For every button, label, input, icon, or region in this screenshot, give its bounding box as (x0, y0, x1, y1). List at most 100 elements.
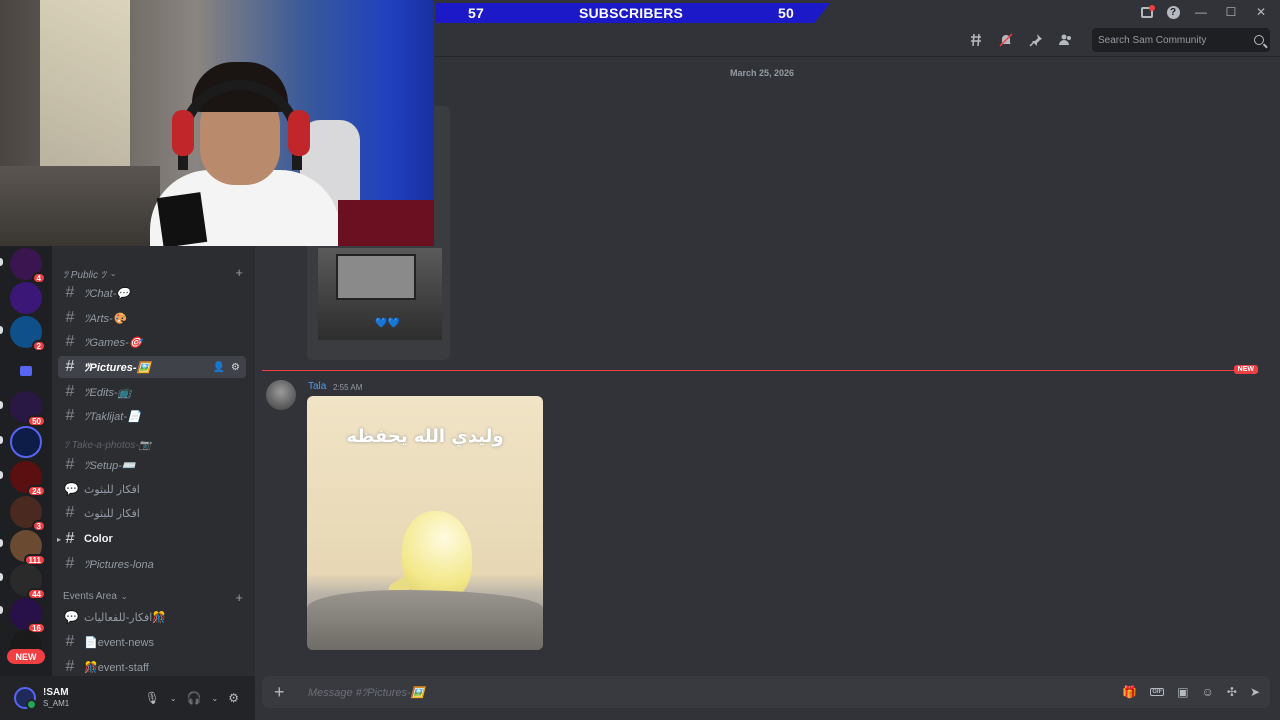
new-messages-divider (262, 370, 1256, 371)
server-icon[interactable]: 44 (10, 564, 46, 600)
drag-ghost-channel: ﾂ Take-a-photos-📷 (64, 440, 152, 451)
message-composer[interactable]: + Message #ﾂPictures-🖼️ 🎁 GIF ▣ ☺ ✣ ➤ (262, 676, 1270, 708)
add-channel-icon[interactable]: + (235, 590, 243, 605)
message-author[interactable]: Tala (308, 381, 326, 392)
mute-icon[interactable] (996, 30, 1016, 50)
text-channel-icon: # (65, 555, 75, 572)
server-icon[interactable]: 4 (10, 248, 46, 284)
category-label: ﾂ Public ﾂ (63, 270, 106, 281)
channel-item[interactable]: # ﾂSetup-⌨️ (58, 454, 246, 476)
message-input[interactable]: Message #ﾂPictures-🖼️ (308, 684, 424, 700)
channel-name: 📄event-news (84, 636, 154, 649)
chevron-down-icon[interactable]: ⌄ (170, 694, 177, 703)
channel-item[interactable]: # ﾂTaklijat-📄 (58, 405, 246, 427)
search-input[interactable]: Search Sam Community (1092, 28, 1270, 52)
unread-pip (0, 401, 3, 409)
channel-name: ﾂPictures-🖼️ (84, 362, 151, 374)
mention-badge: 2 (31, 340, 46, 352)
channel-item-active[interactable]: # ﾂPictures-🖼️ 👤 ⚙ (58, 356, 246, 378)
webcam-overlay (0, 0, 434, 246)
window-controls: ? — ☐ ✕ (1136, 4, 1274, 20)
channel-item[interactable]: # 🎊event-staff (58, 656, 246, 676)
image-attachment[interactable]: وليدي الله يحفظه (307, 396, 543, 650)
channel-item[interactable]: # 📄event-news (58, 631, 246, 653)
server-icon[interactable]: 2 (10, 316, 46, 352)
server-icon[interactable] (10, 426, 42, 458)
category-events[interactable]: Events Area ⌄ + (63, 590, 243, 605)
server-icon[interactable]: 50 (10, 391, 46, 427)
channel-name: ﾂSetup-⌨️ (84, 460, 136, 472)
subscribers-right-count: 50 (778, 5, 794, 21)
members-icon[interactable] (1056, 30, 1076, 50)
close-button[interactable]: ✕ (1248, 4, 1274, 20)
channel-item[interactable]: # ﾂPictures-lona (58, 553, 246, 575)
channel-item[interactable]: # ﾂChat-💬 (58, 282, 246, 304)
apps-icon[interactable]: ✣ (1227, 685, 1237, 699)
subscribers-label: SUBSCRIBERS (578, 5, 684, 21)
pin-icon[interactable] (1026, 30, 1046, 50)
add-channel-icon[interactable]: + (235, 265, 243, 280)
channel-sidebar: ﾂ Public ﾂ ⌄ + # ﾂChat-💬 # ﾂArts-🎨 # ﾂGa… (52, 246, 255, 676)
channel-name: ﾂEdits-📺 (84, 387, 132, 399)
avatar[interactable] (266, 380, 296, 410)
server-icon[interactable] (10, 282, 42, 314)
mention-badge: 4 (31, 272, 46, 284)
server-icon[interactable]: 111 (10, 530, 46, 566)
channel-item[interactable]: 💬 افكار-للفعاليات🎊 (58, 606, 246, 628)
gif-icon[interactable]: GIF (1150, 688, 1165, 696)
subscribers-left-count: 57 (468, 5, 484, 21)
channel-item[interactable]: # ﾂEdits-📺 (58, 381, 246, 403)
server-icon[interactable]: 3 (10, 496, 46, 532)
threads-icon[interactable] (966, 30, 986, 50)
microphone-icon[interactable]: 🎙 (145, 691, 160, 705)
chevron-down-icon: ⌄ (109, 269, 117, 278)
folder-icon[interactable] (20, 366, 32, 376)
emoji-icon[interactable]: ☺ (1202, 685, 1214, 699)
sticker-icon[interactable]: ▣ (1177, 685, 1188, 699)
chevron-down-icon[interactable]: ⌄ (212, 694, 219, 703)
text-channel-icon: # (65, 633, 75, 650)
send-icon[interactable]: ➤ (1250, 685, 1260, 699)
unread-pip (0, 258, 3, 266)
background-object (338, 200, 434, 246)
channel-item[interactable]: # ﾂArts-🎨 (58, 307, 246, 329)
server-list: 4 2 50 24 3 111 44 16 NEW (0, 246, 52, 676)
mention-badge: 50 (27, 415, 46, 427)
new-messages-tag: NEW (1233, 365, 1258, 374)
add-attachment-icon[interactable]: + (274, 682, 288, 703)
minimize-button[interactable]: — (1188, 4, 1214, 20)
server-icon[interactable]: 24 (10, 461, 46, 497)
text-channel-icon: # (65, 407, 75, 424)
channel-name: Color (84, 533, 113, 545)
unread-pip (0, 436, 3, 444)
search-icon (1254, 35, 1264, 45)
headphones-icon[interactable]: 🎧 (187, 691, 202, 705)
gift-icon[interactable]: 🎁 (1122, 685, 1137, 699)
channel-item[interactable]: # ﾂGames-🎯 (58, 331, 246, 353)
unread-pip (0, 539, 3, 547)
background-wall (40, 0, 130, 180)
help-icon[interactable]: ? (1162, 4, 1184, 20)
settings-gear-icon[interactable]: ⚙ (228, 691, 239, 705)
channel-name: افكار للبثوث (84, 507, 140, 520)
channel-item[interactable]: # افكار للبثوث (58, 502, 246, 524)
unread-pip (0, 326, 3, 334)
invite-icon[interactable]: 👤 (213, 362, 225, 373)
background-floor (0, 166, 160, 246)
gear-icon[interactable]: ⚙ (231, 362, 240, 373)
server-icon[interactable]: 16 (10, 598, 46, 634)
bird-picture (402, 511, 472, 601)
new-servers-badge[interactable]: NEW (7, 649, 45, 664)
text-channel-icon: # (65, 658, 75, 675)
message-timestamp: 2:55 AM (333, 383, 363, 392)
category-public[interactable]: ﾂ Public ﾂ ⌄ + (63, 265, 243, 281)
text-channel-icon: # (65, 530, 75, 547)
channel-name: افكار للبثوث (84, 483, 140, 496)
image-caption: وليدي الله يحفظه (346, 426, 504, 447)
channel-item[interactable]: 💬 افكار للبثوث (58, 478, 246, 500)
maximize-button[interactable]: ☐ (1218, 4, 1244, 20)
avatar[interactable] (14, 687, 37, 710)
inbox-icon[interactable] (1136, 4, 1158, 20)
text-channel-icon: # (65, 358, 75, 375)
channel-item[interactable]: ▸ # Color (57, 528, 246, 550)
